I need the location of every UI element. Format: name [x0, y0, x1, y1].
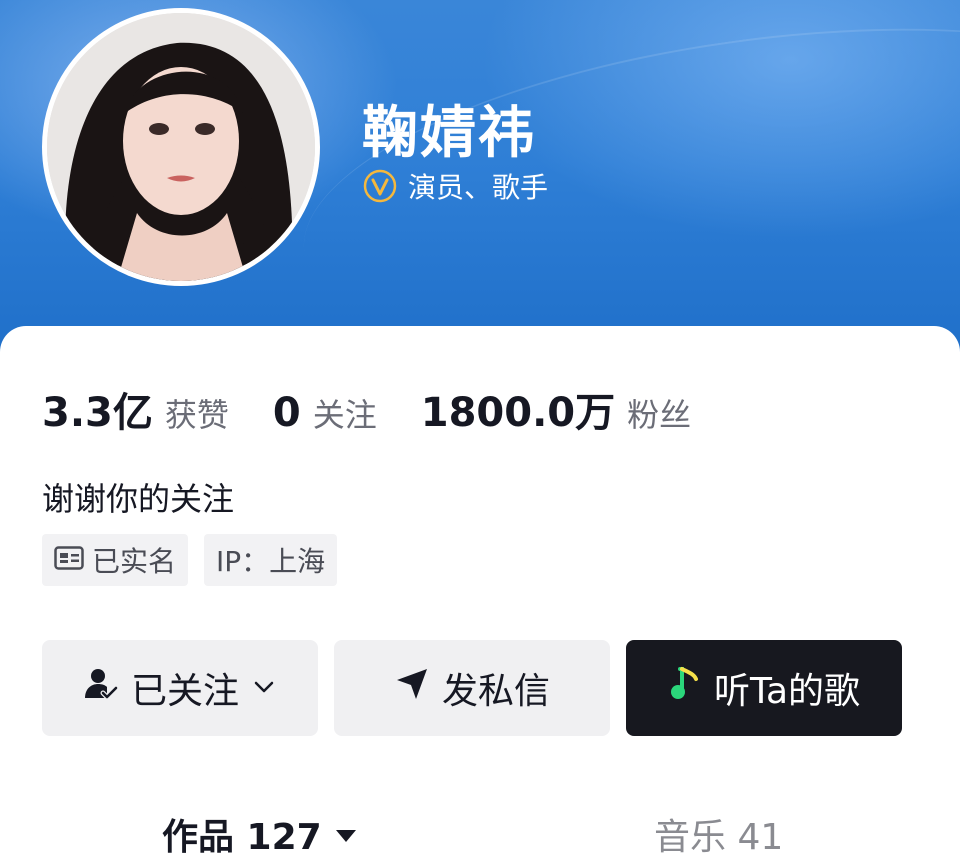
verified-badge: 演员、歌手 [362, 166, 548, 206]
followers-count: 1800.0万 [420, 390, 616, 436]
profile-stats: 3.3亿 获赞 0 关注 1800.0万 粉丝 [42, 380, 735, 438]
send-message-label: 发私信 [441, 671, 550, 712]
send-arrow-icon [394, 666, 430, 711]
likes-count: 3.3亿 [42, 390, 153, 436]
listen-songs-button[interactable]: 听Ta的歌 [626, 640, 902, 736]
ip-location-tag: IP：上海 [204, 534, 338, 586]
real-name-tag[interactable]: 已实名 [42, 534, 189, 586]
followed-label: 已关注 [130, 671, 239, 712]
profile-actions: 已关注 发私信 听Ta的歌 [42, 640, 902, 736]
content-tabs: 作品 127 音乐 41 [0, 808, 960, 868]
following-count: 0 [272, 390, 301, 436]
tab-works-label: 作品 127 [162, 817, 322, 858]
ip-location-label: IP：上海 [216, 545, 326, 578]
stat-followers[interactable]: 1800.0万 粉丝 [421, 380, 691, 438]
following-label: 关注 [312, 396, 377, 434]
profile-bio: 谢谢你的关注 [42, 480, 235, 518]
music-note-icon [668, 666, 702, 711]
caret-down-icon [334, 814, 358, 855]
send-message-button[interactable]: 发私信 [334, 640, 610, 736]
listen-songs-label: 听Ta的歌 [713, 671, 861, 712]
chevron-down-icon [251, 668, 277, 709]
avatar-photo [47, 13, 315, 281]
verified-v-icon [362, 168, 398, 204]
likes-label: 获赞 [164, 396, 229, 434]
profile-tags: 已实名 IP：上海 [42, 534, 338, 586]
avatar[interactable] [42, 8, 320, 286]
verified-title: 演员、歌手 [408, 171, 549, 204]
followers-label: 粉丝 [627, 396, 692, 434]
stat-following[interactable]: 0 关注 [273, 390, 377, 436]
tab-music[interactable]: 音乐 41 [654, 808, 783, 860]
user-check-icon [83, 666, 119, 711]
tab-works[interactable]: 作品 127 [162, 808, 358, 860]
id-card-icon [54, 544, 84, 577]
tab-music-label: 音乐 41 [654, 817, 784, 858]
profile-name: 鞠婧祎 [362, 101, 536, 166]
followed-button[interactable]: 已关注 [42, 640, 318, 736]
stat-likes[interactable]: 3.3亿 获赞 [42, 380, 229, 438]
real-name-label: 已实名 [92, 545, 177, 578]
